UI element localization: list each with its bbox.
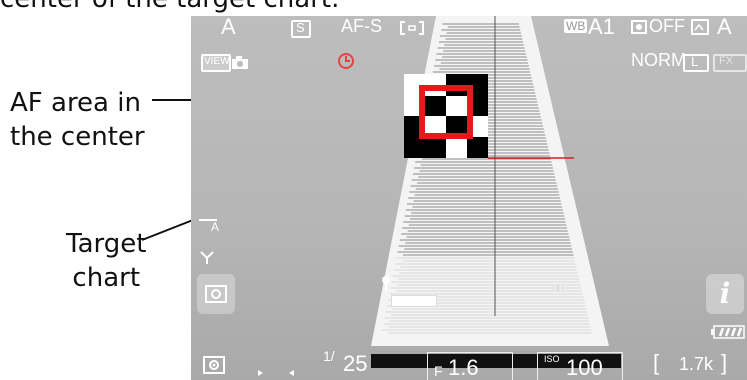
matrix-metering-icon[interactable] — [203, 356, 227, 374]
iso-box[interactable]: ISO 100 — [537, 352, 623, 380]
triangle-left-svg — [289, 370, 294, 376]
af-area-bracket-icon[interactable] — [399, 20, 425, 36]
infinity-icon — [551, 278, 565, 292]
af-area-frame[interactable] — [404, 74, 488, 158]
battery-svg — [711, 325, 745, 339]
image-area-label: FX — [719, 55, 734, 67]
distance-scale-bar — [391, 295, 437, 307]
vr-svg — [200, 251, 214, 264]
photo-mode-svg — [205, 285, 227, 303]
callout-af-area: AF area in the center — [10, 86, 145, 154]
view-mode-label: VIEW — [204, 56, 230, 67]
exposure-comp-svg: A — [199, 219, 219, 234]
white-balance-value[interactable]: A1 — [588, 16, 615, 40]
page-caption: center of the target chart. — [0, 0, 747, 14]
aperture-box[interactable]: F 1.6 — [427, 352, 513, 380]
picture-control-svg — [691, 19, 709, 35]
photo-mode-button[interactable] — [197, 274, 235, 314]
dlighting-svg — [631, 20, 647, 34]
remaining-shots: 1.7k — [679, 354, 714, 374]
shutter-prefix: 1/ — [323, 348, 335, 364]
callout-af-area-line2: the center — [10, 122, 145, 152]
release-mode-label: S — [296, 20, 305, 35]
picture-control-value[interactable]: A — [717, 16, 732, 40]
aperture-prefix: F — [434, 363, 443, 379]
camera-icon — [231, 55, 249, 69]
callout-target-line1: Target — [66, 229, 147, 259]
image-quality[interactable]: NORM — [631, 50, 686, 71]
release-mode-icon[interactable]: S — [291, 20, 311, 38]
af-area-bracket-svg — [400, 21, 424, 35]
iso-value: 100 — [566, 355, 603, 380]
scroll-right-icon[interactable] — [287, 362, 295, 376]
callout-target-chart: Target chart — [66, 227, 146, 295]
active-dlighting-icon[interactable] — [631, 18, 649, 36]
triangle-right-svg — [258, 370, 263, 376]
clock-icon — [336, 51, 356, 71]
callout-target-line2: chart — [72, 263, 141, 293]
af-checker-svg — [404, 74, 488, 158]
shooting-mode[interactable]: A — [221, 16, 236, 40]
clock-svg — [338, 53, 354, 69]
bottom-info-bar: 1/ 25 F 1.6 ISO 100 [ 1.7k ] — [191, 346, 747, 380]
scroll-left-icon[interactable] — [257, 362, 265, 376]
remaining-close-bracket: ] — [721, 350, 728, 375]
image-size-label: L — [691, 54, 699, 69]
battery-icon — [711, 324, 745, 339]
image-size-icon[interactable]: L — [683, 54, 709, 72]
white-balance-label[interactable]: WB — [564, 19, 588, 33]
infinity-svg — [552, 284, 564, 292]
info-button[interactable]: i — [706, 274, 744, 314]
focus-mode[interactable]: AF-S — [341, 16, 382, 37]
vibration-reduction-icon — [197, 248, 217, 266]
shutter-speed[interactable]: 25 — [343, 351, 367, 377]
live-view-screen: A S AF-S WB A1 OFF A VIEW NORM L FX A i … — [191, 16, 747, 380]
camera-svg — [232, 56, 248, 69]
image-area-icon[interactable]: FX — [713, 54, 747, 72]
callout-af-area-line1: AF area in — [10, 88, 141, 118]
aperture-value: 1.6 — [448, 355, 479, 380]
active-dlighting-value[interactable]: OFF — [649, 16, 685, 37]
metering-svg — [203, 356, 225, 374]
remaining-open-bracket: [ — [653, 350, 660, 375]
iso-label: ISO — [544, 354, 560, 364]
picture-control-icon[interactable] — [691, 19, 709, 35]
exposure-comp-icon: A — [197, 214, 221, 234]
svg-text:A: A — [211, 220, 219, 232]
flower-svg — [382, 276, 390, 291]
view-mode-badge[interactable]: VIEW — [201, 54, 231, 72]
macro-flower-icon — [378, 274, 394, 292]
